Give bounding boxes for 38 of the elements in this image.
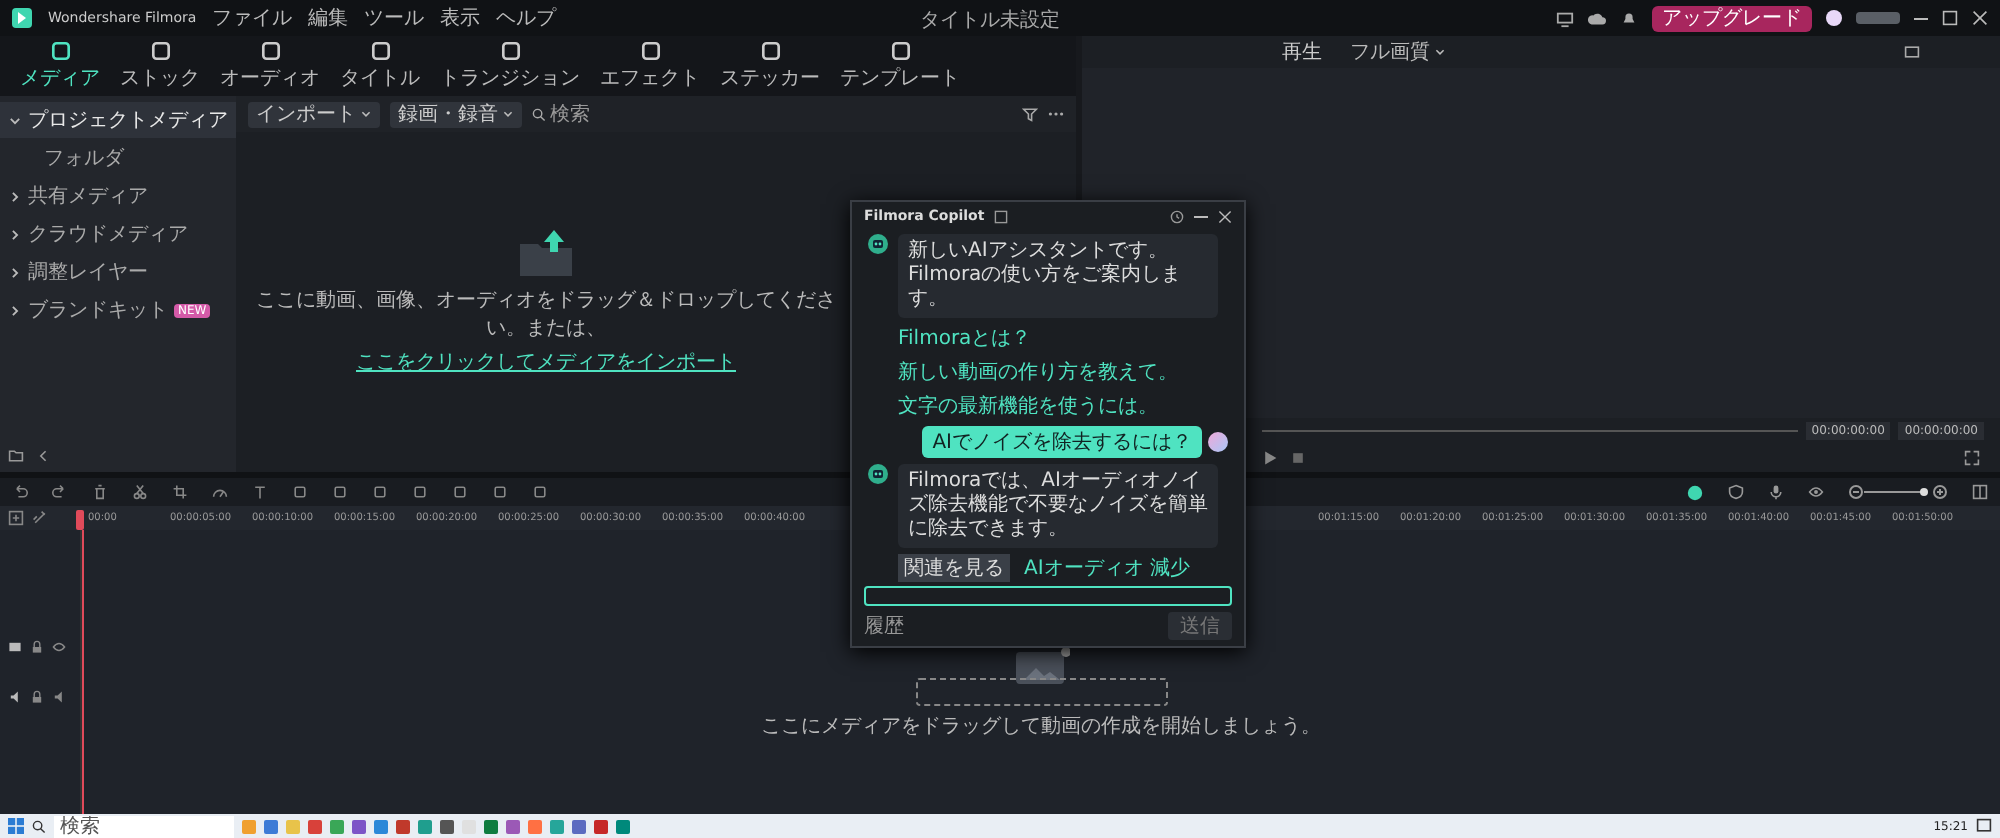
menu-item[interactable]: ファイル: [212, 4, 293, 32]
import-link[interactable]: ここをクリックしてメディアをインポート: [356, 348, 736, 376]
menu-item[interactable]: ヘルプ: [496, 4, 557, 32]
player-tab[interactable]: 再生: [1282, 38, 1322, 66]
sidebar-item[interactable]: クラウドメディア: [0, 216, 236, 252]
sidebar-item[interactable]: 共有メディア: [0, 178, 236, 214]
media-tab[interactable]: タイトル: [336, 40, 424, 92]
upgrade-button[interactable]: アップグレード: [1652, 5, 1812, 31]
taskbar-search-field[interactable]: 検索: [54, 815, 234, 837]
project-title: タイトル未設定: [920, 7, 1060, 34]
sidebar-item[interactable]: プロジェクトメディア: [0, 102, 236, 138]
sidebar-item[interactable]: フォルダ: [0, 140, 236, 176]
sidebar-item[interactable]: 調整レイヤー: [0, 254, 236, 290]
media-tab[interactable]: ステッカー: [716, 40, 824, 92]
media-tab[interactable]: ストック: [116, 40, 204, 92]
record-button[interactable]: 録画・録音: [390, 101, 522, 127]
assistant-message: 新しいAIアシスタントです。Filmoraの使い方をご案内します。: [898, 234, 1218, 318]
media-tab[interactable]: テンプレート: [836, 40, 964, 92]
empty-media-message: ここに動画、画像、オーディオをドラッグ＆ドロップしてください。または、: [254, 287, 838, 342]
suggested-question[interactable]: 新しい動画の作り方を教えて。: [898, 358, 1178, 386]
suggested-question[interactable]: Filmoraとは？: [898, 324, 1032, 352]
drop-message: ここにメディアをドラッグして動画の作成を開始しましょう。: [761, 713, 1321, 740]
suggested-question[interactable]: 文字の最新機能を使うには。: [898, 392, 1158, 420]
user-message: AIでノイズを除去するには？: [922, 426, 1202, 458]
menu-item[interactable]: ツール: [364, 4, 425, 32]
search-field[interactable]: 検索: [532, 103, 630, 125]
media-tab[interactable]: トランジション: [436, 40, 584, 92]
media-tab[interactable]: エフェクト: [596, 40, 704, 92]
menu-item[interactable]: 編集: [308, 4, 349, 32]
history-label[interactable]: 履歴: [864, 612, 904, 640]
action-button[interactable]: AIオーディオ 減少: [1018, 554, 1196, 582]
media-tab[interactable]: メディア: [16, 40, 104, 92]
action-button[interactable]: 関連を見る: [898, 554, 1010, 582]
menu-item[interactable]: 表示: [440, 4, 481, 32]
import-button[interactable]: インポート: [248, 101, 380, 127]
media-tab[interactable]: オーディオ: [216, 40, 324, 92]
quality-dropdown[interactable]: フル画質: [1338, 36, 1458, 68]
assistant-message: Filmoraでは、AIオーディオノイズ除去機能で不要なノイズを簡単に除去できます。: [898, 464, 1218, 548]
